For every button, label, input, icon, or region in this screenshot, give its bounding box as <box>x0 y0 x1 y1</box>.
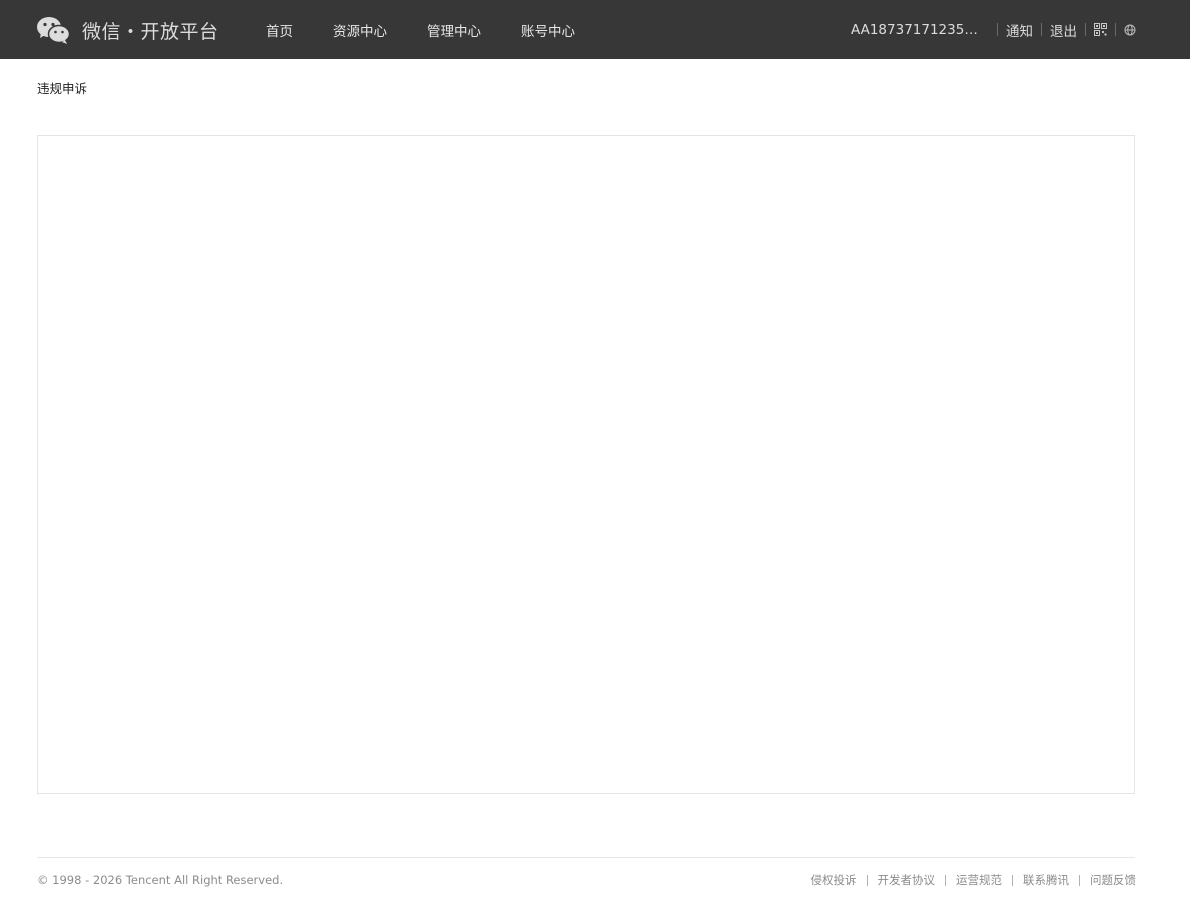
divider <box>1012 874 1013 886</box>
divider <box>997 23 998 36</box>
divider <box>866 874 868 886</box>
nav-item-resources[interactable]: 资源中心 <box>333 20 387 40</box>
footer-link-operation-rules[interactable]: 运营规范 <box>956 872 1002 888</box>
nav-item-account[interactable]: 账号中心 <box>521 20 575 40</box>
globe-icon[interactable] <box>1124 24 1136 36</box>
footer-link-contact[interactable]: 联系腾讯 <box>1023 872 1069 888</box>
copyright-text: © 1998 - 2026 Tencent All Right Reserved… <box>37 873 284 887</box>
wechat-logo-icon <box>37 16 70 45</box>
page-title: 违规申诉 <box>37 81 88 96</box>
user-area: AA18737171235@16... 通知 退出 <box>851 0 1136 59</box>
footer-link-developer-agreement[interactable]: 开发者协议 <box>878 872 936 888</box>
footer-links: 侵权投诉 开发者协议 运营规范 联系腾讯 问题反馈 <box>811 872 1137 888</box>
brand-title: 微信・开放平台 <box>82 20 219 43</box>
nav-item-management[interactable]: 管理中心 <box>427 20 481 40</box>
footer-divider <box>37 857 1135 858</box>
top-navigation-bar: 微信・开放平台 首页 资源中心 管理中心 账号中心 AA18737171235@… <box>0 0 1190 59</box>
footer-link-infringement[interactable]: 侵权投诉 <box>811 872 857 888</box>
qrcode-icon[interactable] <box>1094 23 1107 36</box>
divider <box>1041 23 1042 36</box>
divider <box>1115 23 1116 36</box>
divider <box>945 874 946 886</box>
footer-link-feedback[interactable]: 问题反馈 <box>1090 872 1136 888</box>
divider <box>1085 23 1086 36</box>
notify-link[interactable]: 通知 <box>1006 20 1033 40</box>
divider <box>1079 874 1080 886</box>
logout-link[interactable]: 退出 <box>1050 20 1077 40</box>
account-name-link[interactable]: AA18737171235@16... <box>851 22 989 38</box>
main-nav: 首页 资源中心 管理中心 账号中心 <box>266 0 615 59</box>
content-panel <box>37 135 1135 794</box>
brand-logo-link[interactable]: 微信・开放平台 <box>37 14 219 46</box>
nav-item-home[interactable]: 首页 <box>266 20 293 40</box>
